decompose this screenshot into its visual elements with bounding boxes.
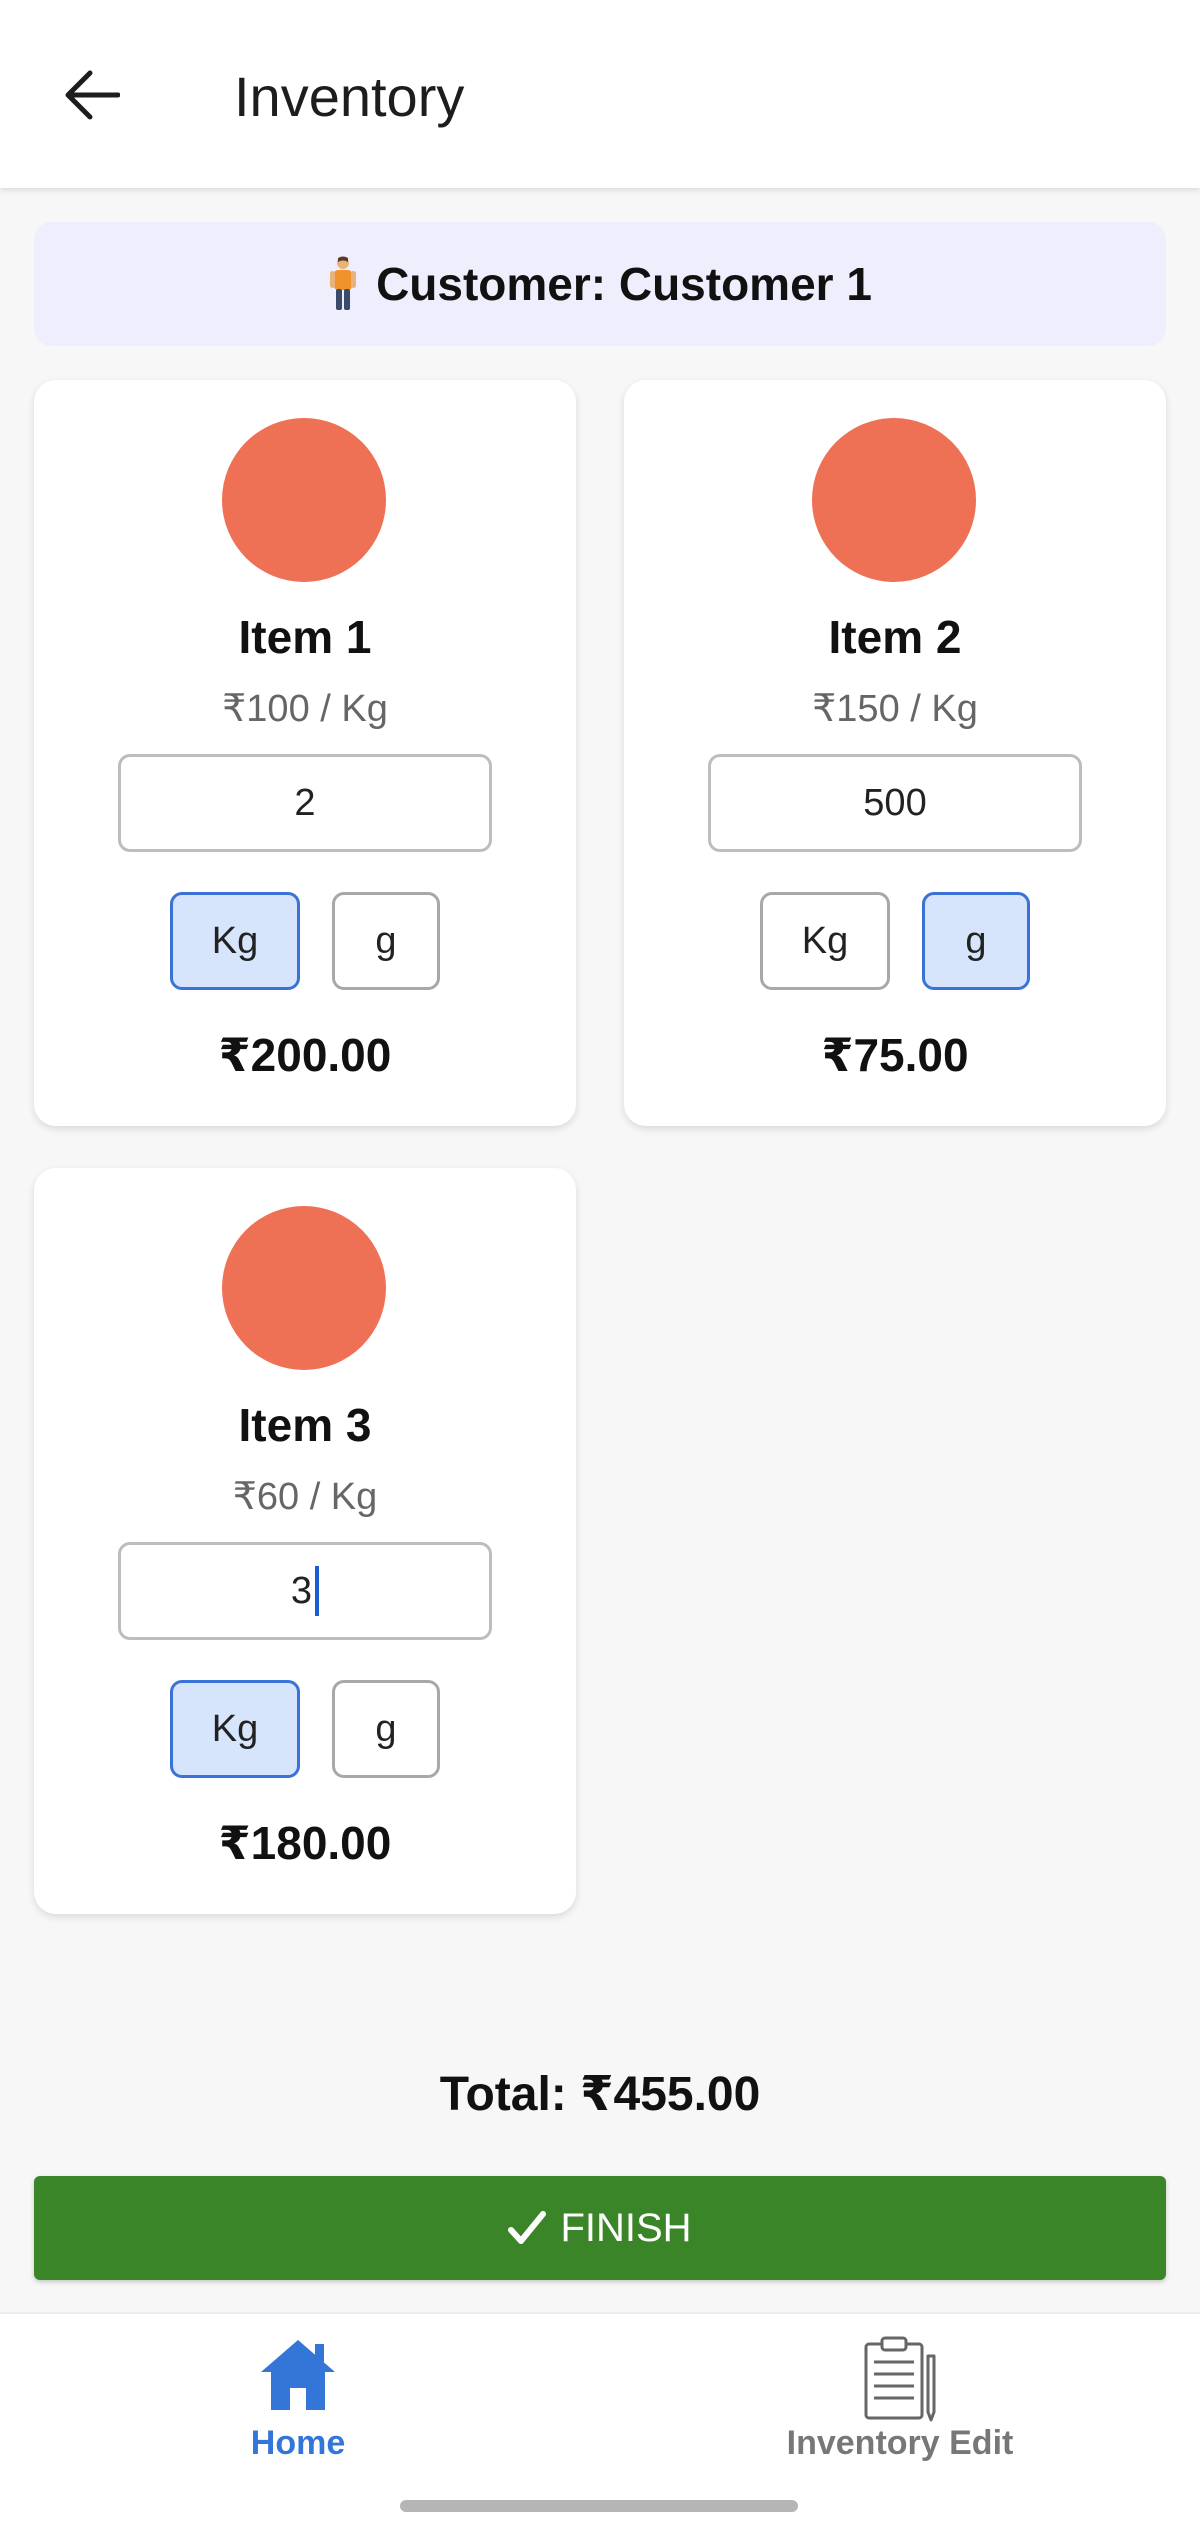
arrow-left-icon	[65, 70, 120, 120]
home-indicator	[400, 2500, 798, 2512]
unit-kg-button[interactable]: Kg	[760, 892, 890, 990]
unit-g-button[interactable]: g	[332, 1680, 440, 1778]
item-name: Item 3	[238, 1399, 372, 1451]
item-price: ₹60 / Kg	[232, 1476, 378, 1518]
clipboard-icon	[864, 2336, 936, 2422]
unit-kg-button[interactable]: Kg	[170, 1680, 300, 1778]
item-card: Item 2 ₹150 / Kg 500 Kg g ₹75.00	[624, 380, 1166, 1126]
item-subtotal: ₹75.00	[821, 1029, 969, 1081]
item-thumbnail	[222, 418, 386, 582]
item-subtotal: ₹180.00	[218, 1817, 392, 1869]
quantity-value: 500	[863, 781, 927, 824]
item-card: Item 3 ₹60 / Kg 3 Kg g ₹180.00	[34, 1168, 576, 1914]
item-thumbnail	[222, 1206, 386, 1370]
order-total: Total: ₹455.00	[439, 2068, 761, 2121]
nav-label-home: Home	[250, 2424, 346, 2462]
finish-label: FINISH	[560, 2205, 692, 2250]
unit-g-button[interactable]: g	[922, 892, 1030, 990]
item-name: Item 1	[238, 611, 372, 663]
item-subtotal: ₹200.00	[218, 1029, 392, 1081]
unit-g-button[interactable]: g	[332, 892, 440, 990]
item-price: ₹100 / Kg	[222, 688, 388, 730]
finish-button[interactable]: FINISH	[34, 2176, 1166, 2280]
quantity-value: 3	[290, 1569, 313, 1612]
unit-kg-button[interactable]: Kg	[170, 892, 300, 990]
quantity-value: 2	[294, 781, 316, 824]
item-thumbnail	[812, 418, 976, 582]
home-icon	[261, 2340, 335, 2410]
quantity-input[interactable]: 500	[708, 754, 1082, 852]
page-title: Inventory	[234, 65, 465, 128]
back-button[interactable]	[58, 62, 124, 128]
item-card: Item 1 ₹100 / Kg 2 Kg g ₹200.00	[34, 380, 576, 1126]
nav-label-inventory-edit: Inventory Edit	[786, 2424, 1014, 2462]
person-standing-icon	[330, 256, 357, 310]
customer-label: Customer: Customer 1	[376, 258, 872, 310]
app-bar: Inventory	[0, 0, 1200, 188]
nav-item-inventory-edit[interactable]: Inventory Edit	[600, 2314, 1200, 2504]
quantity-input[interactable]: 3	[118, 1542, 492, 1640]
item-price: ₹150 / Kg	[812, 688, 978, 730]
text-cursor	[315, 1566, 320, 1616]
item-name: Item 2	[828, 611, 962, 663]
nav-item-home[interactable]: Home	[0, 2314, 600, 2504]
checkmark-icon	[508, 2211, 547, 2244]
quantity-input[interactable]: 2	[118, 754, 492, 852]
customer-banner: Customer: Customer 1	[34, 222, 1166, 346]
